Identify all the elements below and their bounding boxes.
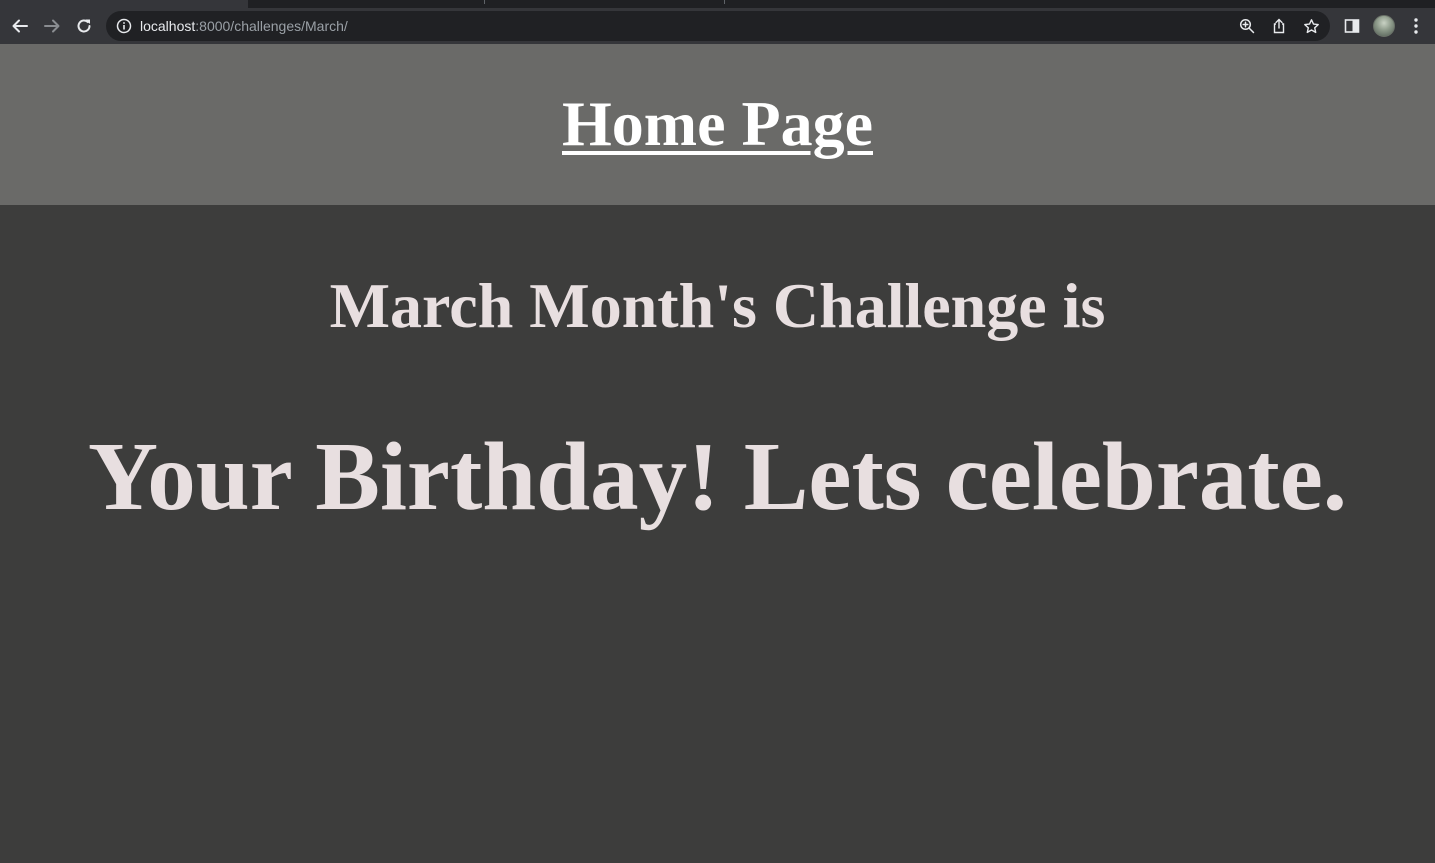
zoom-icon[interactable] xyxy=(1237,16,1257,36)
url-text[interactable]: localhost:8000/challenges/March/ xyxy=(140,11,348,41)
kebab-menu-icon[interactable] xyxy=(1404,14,1428,38)
home-page-link[interactable]: Home Page xyxy=(0,88,1435,160)
arrow-right-icon xyxy=(43,17,61,35)
back-button[interactable] xyxy=(6,12,34,40)
address-bar[interactable]: localhost:8000/challenges/March/ xyxy=(106,11,1330,41)
forward-button[interactable] xyxy=(38,12,66,40)
challenge-text: Your Birthday! Lets celebrate. xyxy=(87,423,1347,530)
active-tab[interactable] xyxy=(0,0,248,8)
tab-separator xyxy=(724,0,725,4)
url-path: :8000/challenges/March/ xyxy=(195,18,348,34)
share-icon[interactable] xyxy=(1269,16,1289,36)
tab-strip xyxy=(0,0,1435,8)
challenge-heading: March Month's Challenge is xyxy=(329,270,1106,341)
tab-separator xyxy=(484,0,485,4)
arrow-left-icon xyxy=(11,17,29,35)
url-host: localhost xyxy=(140,18,196,34)
side-panel-icon[interactable] xyxy=(1340,14,1364,38)
star-icon[interactable] xyxy=(1301,16,1321,36)
info-icon[interactable] xyxy=(116,18,132,34)
page-body: Home Page March Month's Challenge is You… xyxy=(0,44,1435,863)
reload-icon xyxy=(75,17,93,35)
reload-button[interactable] xyxy=(70,12,98,40)
page-header: Home Page xyxy=(0,44,1435,205)
avatar[interactable] xyxy=(1373,15,1395,37)
browser-toolbar: localhost:8000/challenges/March/ xyxy=(0,8,1435,44)
